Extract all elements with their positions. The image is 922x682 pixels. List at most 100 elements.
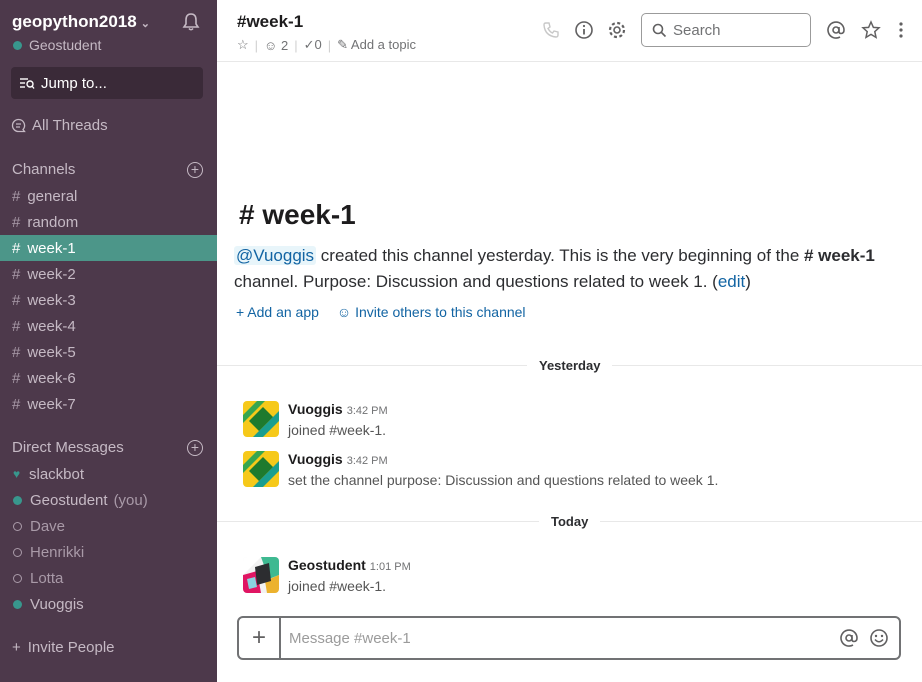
dm-item-vuoggis[interactable]: Vuoggis	[0, 591, 217, 617]
dm-item-slackbot[interactable]: ♥ slackbot	[0, 461, 217, 487]
star-icon[interactable]	[861, 20, 881, 40]
hash-icon: #	[12, 395, 21, 413]
members-count[interactable]: ☺ 2	[264, 38, 288, 53]
channel-item-random[interactable]: # random	[0, 209, 217, 235]
channel-intro-title: # week-1	[239, 199, 356, 230]
hash-icon: #	[12, 187, 21, 205]
add-topic-link[interactable]: ✎ Add a topic	[337, 37, 416, 53]
add-app-button[interactable]: + Add an app	[236, 304, 319, 320]
channel-item-week-2[interactable]: # week-2	[0, 261, 217, 287]
pins-count-value: 0	[314, 37, 322, 52]
channel-label: week-5	[27, 343, 76, 361]
channel-item-week-4[interactable]: # week-4	[0, 313, 217, 339]
channel-label: random	[27, 213, 79, 231]
star-icon[interactable]: ☆	[237, 37, 249, 53]
hash-icon: #	[12, 317, 21, 335]
channel-label: week-2	[27, 265, 76, 283]
channel-item-week-7[interactable]: # week-7	[0, 391, 217, 417]
channel-header: #week-1 ☆ | ☺ 2 | ✓0 | ✎ Add a topic Sea…	[217, 0, 922, 62]
dm-item-geostudent[interactable]: Geostudent (you)	[0, 487, 217, 513]
channel-label: week-6	[27, 369, 76, 387]
channel-item-week-3[interactable]: # week-3	[0, 287, 217, 313]
channel-label: week-3	[27, 291, 76, 309]
gear-icon[interactable]	[607, 20, 627, 40]
dm-item-henrikki[interactable]: Henrikki	[0, 539, 217, 565]
edit-purpose-link[interactable]: edit	[718, 272, 745, 291]
invite-people-label: Invite People	[27, 639, 115, 656]
message-text: joined #week-1.	[288, 422, 387, 438]
more-vertical-icon[interactable]	[891, 20, 911, 40]
pencil-icon: ✎	[337, 37, 349, 52]
avatar[interactable]	[243, 451, 279, 487]
intro-actions: + Add an app ☺ Invite others to this cha…	[236, 304, 526, 320]
current-user[interactable]: Geostudent	[13, 37, 101, 53]
online-status-icon	[13, 40, 22, 50]
person-icon: ☺	[264, 37, 278, 53]
at-mention-icon[interactable]	[839, 628, 859, 648]
jump-icon	[20, 78, 35, 89]
offline-status-icon	[13, 573, 22, 583]
invite-others-button[interactable]: ☺ Invite others to this channel	[337, 304, 526, 320]
channel-label: week-1	[27, 239, 76, 257]
bell-icon[interactable]	[181, 12, 201, 32]
direct-messages-heading[interactable]: Direct Messages	[12, 439, 124, 456]
channel-item-general[interactable]: # general	[0, 183, 217, 209]
message-author[interactable]: Vuoggis	[288, 451, 343, 467]
threads-icon	[11, 118, 26, 133]
workspace-switcher[interactable]: geopython2018 ⌄	[12, 12, 150, 32]
invite-people-button[interactable]: + Invite People	[12, 639, 115, 656]
search-input[interactable]: Search	[641, 13, 811, 47]
members-count-value: 2	[280, 37, 289, 53]
avatar[interactable]	[243, 401, 279, 437]
add-topic-label: Add a topic	[350, 37, 416, 52]
at-mention-icon[interactable]	[826, 20, 846, 40]
online-status-icon	[13, 495, 22, 505]
workspace-name: geopython2018	[12, 12, 137, 31]
message-input[interactable]	[281, 619, 839, 657]
hash-icon: #	[12, 265, 21, 283]
search-placeholder: Search	[673, 21, 721, 39]
avatar[interactable]	[243, 557, 279, 593]
dm-item-dave[interactable]: Dave	[0, 513, 217, 539]
day-divider-label: Today	[539, 514, 601, 529]
channel-intro-text: @Vuoggis created this channel yesterday.…	[234, 246, 875, 291]
day-divider-label: Yesterday	[527, 358, 613, 373]
channel-label: week-4	[27, 317, 76, 335]
search-icon	[652, 23, 667, 37]
person-icon: ☺	[336, 304, 352, 320]
add-channel-icon[interactable]: +	[187, 162, 203, 178]
hash-icon: #	[12, 291, 21, 309]
hash-icon: #	[12, 369, 21, 387]
attach-plus-button[interactable]: +	[239, 618, 281, 658]
message-author[interactable]: Geostudent	[288, 557, 366, 573]
add-dm-icon[interactable]: +	[187, 440, 203, 456]
online-status-icon	[13, 599, 22, 609]
channel-item-week-6[interactable]: # week-6	[0, 365, 217, 391]
jump-to-button[interactable]: Jump to...	[11, 67, 203, 99]
dm-label: Henrikki	[30, 543, 85, 561]
dm-item-lotta[interactable]: Lotta	[0, 565, 217, 591]
phone-icon[interactable]	[541, 20, 561, 40]
message-author[interactable]: Vuoggis	[288, 401, 343, 417]
message-timestamp[interactable]: 1:01 PM	[370, 561, 411, 573]
all-threads-link[interactable]: All Threads	[11, 117, 108, 134]
you-suffix: (you)	[113, 491, 148, 509]
dm-label: Lotta	[30, 569, 64, 587]
plus-icon: +	[12, 639, 21, 656]
emoji-icon[interactable]	[869, 628, 889, 648]
message-text: joined #week-1.	[288, 578, 387, 594]
channel-label: general	[27, 187, 78, 205]
message-timestamp[interactable]: 3:42 PM	[347, 405, 388, 417]
channel-reference[interactable]: # week-1	[804, 246, 875, 265]
info-icon[interactable]	[574, 20, 594, 40]
user-mention-link[interactable]: @Vuoggis	[234, 246, 317, 265]
pin-icon: ✓	[303, 37, 315, 52]
heart-icon: ♥	[13, 467, 21, 481]
offline-status-icon	[13, 521, 22, 531]
channel-item-week-1[interactable]: # week-1	[0, 235, 217, 261]
pins-count[interactable]: ✓0	[304, 37, 322, 53]
channels-heading[interactable]: Channels	[12, 161, 75, 178]
message-timestamp[interactable]: 3:42 PM	[347, 455, 388, 467]
channel-item-week-5[interactable]: # week-5	[0, 339, 217, 365]
sidebar: geopython2018 ⌄ Geostudent Jump to... Al…	[0, 0, 217, 682]
